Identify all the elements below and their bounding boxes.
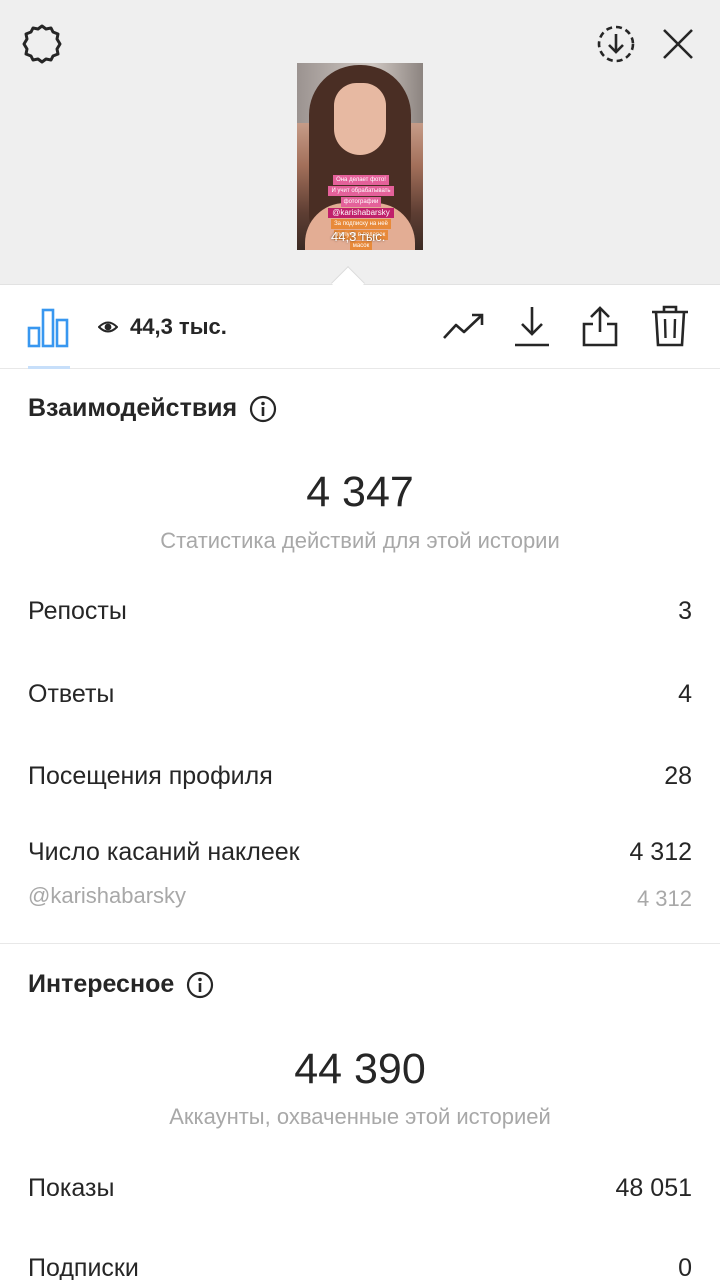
insights-tab-underline xyxy=(28,366,70,369)
sticker-mention: @karishabarsky xyxy=(328,208,394,218)
sticker-mention-value: 4 312 xyxy=(636,886,692,911)
interactions-caption: Статистика действий для этой истории xyxy=(160,528,560,553)
impressions-label: Показы xyxy=(28,1174,115,1202)
settings-gear-icon[interactable] xyxy=(16,18,68,70)
download-icon[interactable] xyxy=(510,302,554,350)
close-icon[interactable] xyxy=(652,18,704,70)
views-count: 44,3 тыс. xyxy=(130,314,227,339)
trash-icon[interactable] xyxy=(648,302,692,350)
section-divider xyxy=(0,943,720,944)
follows-label: Подписки xyxy=(28,1254,139,1280)
replies-value: 4 xyxy=(678,680,692,708)
bar-chart-icon xyxy=(27,308,69,348)
discovery-section-title: Интересное xyxy=(28,970,214,999)
interactions-title-text: Взаимодействия xyxy=(28,394,238,422)
eye-icon xyxy=(98,321,118,333)
save-to-archive-icon[interactable] xyxy=(590,18,642,70)
interactions-total: 4 347 xyxy=(306,468,414,516)
share-icon[interactable] xyxy=(578,302,622,350)
sticker-cta-line: За подписку на неё xyxy=(331,219,391,229)
info-icon[interactable] xyxy=(186,971,214,999)
sticker-mention-label: @karishabarsky xyxy=(28,883,187,908)
reposts-label: Репосты xyxy=(28,597,127,625)
discovery-title-text: Интересное xyxy=(28,970,175,998)
profile-visits-value: 28 xyxy=(664,762,692,790)
promote-trend-icon[interactable] xyxy=(440,304,488,348)
thumbnail-views-overlay: 44,3 тыс. xyxy=(331,229,386,244)
discovery-total: 44 390 xyxy=(294,1045,426,1093)
insights-tab[interactable] xyxy=(27,306,71,348)
impressions-value: 48 051 xyxy=(615,1174,692,1202)
sticker-line: И учит обрабатывать xyxy=(328,186,394,196)
story-thumbnail[interactable]: Она делает фото! И учит обрабатывать фот… xyxy=(297,63,423,250)
info-icon[interactable] xyxy=(249,395,277,423)
discovery-caption: Аккаунты, охваченные этой историей xyxy=(169,1104,551,1129)
profile-visits-label: Посещения профиля xyxy=(28,762,273,790)
replies-label: Ответы xyxy=(28,680,115,708)
thumbnail-face xyxy=(334,83,386,155)
sticker-line: фотографии xyxy=(340,197,382,207)
interactions-section-title: Взаимодействия xyxy=(28,394,277,423)
sticker-taps-label: Число касаний наклеек xyxy=(28,838,300,866)
views-indicator[interactable]: 44,3 тыс. xyxy=(98,312,227,342)
sticker-line: Она делает фото! xyxy=(333,175,389,185)
sticker-taps-value: 4 312 xyxy=(629,838,692,866)
follows-value: 0 xyxy=(678,1254,692,1280)
reposts-value: 3 xyxy=(678,597,692,625)
